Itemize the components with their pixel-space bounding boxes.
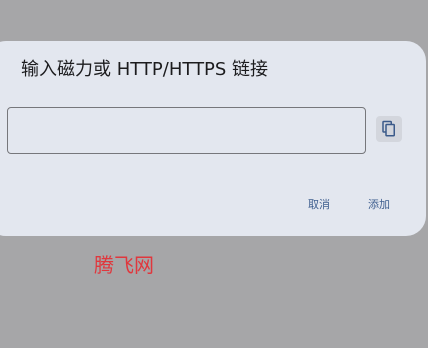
add-button[interactable]: 添加 bbox=[364, 194, 394, 216]
watermark-text: 腾飞网 bbox=[94, 253, 154, 277]
dialog-title: 输入磁力或 HTTP/HTTPS 链接 bbox=[21, 59, 269, 80]
paste-button[interactable] bbox=[376, 116, 402, 142]
content-paste-icon bbox=[380, 120, 398, 138]
link-input[interactable] bbox=[7, 107, 366, 154]
cancel-button[interactable]: 取消 bbox=[304, 194, 334, 216]
